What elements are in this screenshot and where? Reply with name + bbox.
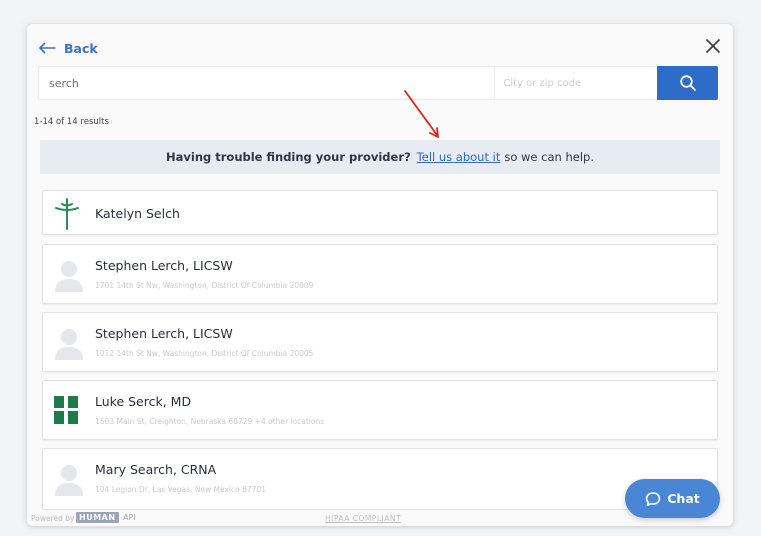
person-placeholder-icon (55, 465, 83, 496)
result-card[interactable]: Stephen Lerch, LICSW 1701 14th St Nw, Wa… (42, 244, 718, 304)
chat-bubble-icon (645, 491, 661, 506)
trouble-suffix: so we can help. (504, 150, 594, 164)
footer: Powered by HUMAN API HIPAA COMPLIANT (27, 510, 733, 526)
search-button[interactable] (657, 66, 718, 100)
brand-api-text: API (123, 513, 136, 522)
trouble-banner: Having trouble finding your provider? Te… (40, 140, 720, 174)
location-input[interactable] (495, 67, 658, 99)
provider-address: 1012 14th St Nw, Washington, District Of… (95, 349, 314, 358)
results-count: 1-14 of 14 results (34, 117, 109, 127)
close-button[interactable] (703, 36, 723, 56)
chat-button[interactable]: Chat (625, 479, 720, 518)
provider-address: 104 Legion Dr, Las Vegas, New Mexico 877… (95, 485, 266, 494)
result-card[interactable]: Mary Search, CRNA 104 Legion Dr, Las Veg… (42, 448, 718, 510)
provider-name: Mary Search, CRNA (95, 462, 217, 477)
powered-by-text: Powered by (31, 514, 75, 523)
hipaa-link[interactable]: HIPAA COMPLIANT (325, 514, 401, 523)
provider-name: Stephen Lerch, LICSW (95, 326, 233, 341)
provider-name: Katelyn Selch (95, 206, 180, 221)
back-button[interactable]: Back (38, 39, 98, 57)
provider-search-modal: Back 1-14 of 14 results Having trouble f… (27, 24, 733, 526)
person-placeholder-icon (55, 261, 83, 292)
provider-address: 1701 14th St Nw, Washington, District Of… (95, 281, 314, 290)
cross-logo-icon (55, 198, 79, 230)
search-icon (679, 75, 696, 91)
close-icon (706, 39, 720, 53)
provider-name: Stephen Lerch, LICSW (95, 258, 233, 273)
search-bar (38, 66, 718, 100)
provider-address: 1503 Main St, Creighton, Nebraska 68729 … (95, 417, 325, 426)
clinic-logo-icon (54, 396, 78, 424)
brand-logo: HUMAN (76, 512, 119, 523)
person-placeholder-icon (55, 329, 83, 360)
result-card[interactable]: Katelyn Selch (42, 190, 718, 235)
annotation-arrow-icon (404, 90, 439, 138)
chat-label: Chat (667, 491, 700, 506)
result-card[interactable]: Stephen Lerch, LICSW 1012 14th St Nw, Wa… (42, 312, 718, 372)
result-card[interactable]: Luke Serck, MD 1503 Main St, Creighton, … (42, 380, 718, 440)
tell-us-link[interactable]: Tell us about it (417, 150, 501, 164)
trouble-question: Having trouble finding your provider? (166, 150, 411, 164)
back-label: Back (64, 40, 98, 56)
provider-name: Luke Serck, MD (95, 394, 192, 409)
arrow-left-icon (39, 42, 56, 54)
